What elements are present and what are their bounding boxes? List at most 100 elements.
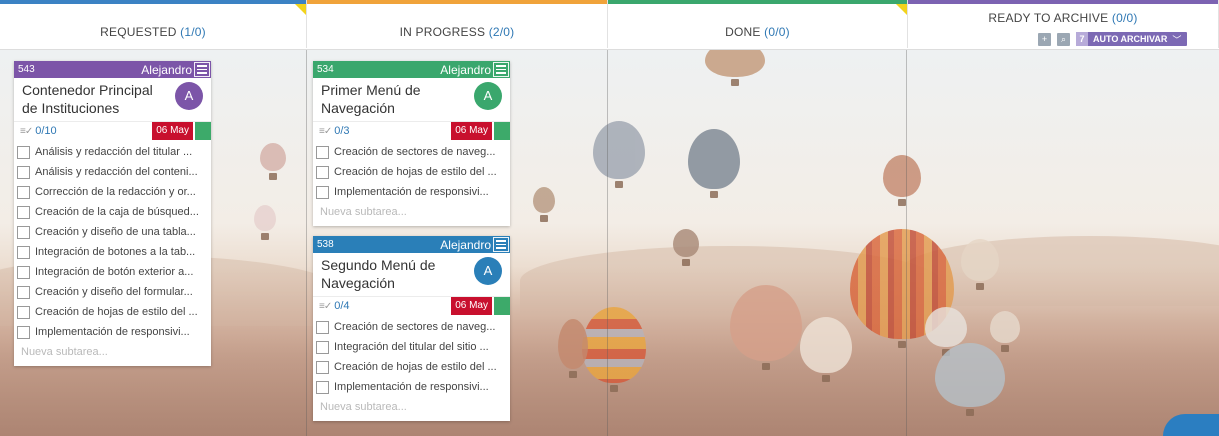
subtask-text[interactable]: Integración de botones a la tab... <box>35 246 195 258</box>
subtask-text[interactable]: Análisis y redacción del conteni... <box>35 166 198 178</box>
status-flag <box>195 122 211 140</box>
subtask-item: Creación de hojas de estilo del ... <box>14 302 211 322</box>
auto-archive-label: AUTO ARCHIVAR <box>1093 34 1168 44</box>
subtask-item: Creación de sectores de naveg... <box>313 317 510 337</box>
subtask-text[interactable]: Análisis y redacción del titular ... <box>35 146 192 158</box>
subtask-item: Creación de hojas de estilo del ... <box>313 357 510 377</box>
subtask-text[interactable]: Implementación de responsivi... <box>334 381 489 393</box>
task-card[interactable]: 543 Alejandro Contenedor Principal de In… <box>14 61 211 366</box>
subtask-item: Análisis y redacción del titular ... <box>14 142 211 162</box>
avatar[interactable]: A <box>474 257 502 285</box>
new-subtask-input[interactable]: Nueva subtarea... <box>14 342 211 366</box>
column-count: (0/0) <box>764 25 790 39</box>
subtask-item: Análisis y redacción del conteni... <box>14 162 211 182</box>
checklist-icon: ≡✓ <box>20 125 33 137</box>
balloon-graphic <box>961 239 999 290</box>
card-title-row: Segundo Menú de Navegación A <box>313 253 510 296</box>
chevron-down-icon: ﹀ <box>1172 34 1182 45</box>
column-corner-marker <box>295 4 306 15</box>
card-title-row: Contenedor Principal de Instituciones A <box>14 78 211 121</box>
subtask-text[interactable]: Creación y diseño del formular... <box>35 286 193 298</box>
menu-icon[interactable] <box>493 62 509 77</box>
card-assignee: Alejandro <box>141 62 192 77</box>
card-title[interactable]: Primer Menú de Navegación <box>321 81 470 117</box>
subtask-text[interactable]: Creación de hojas de estilo del ... <box>334 166 497 178</box>
task-card[interactable]: 538 Alejandro Segundo Menú de Navegación… <box>313 236 510 421</box>
subtask-checkbox[interactable] <box>17 165 30 179</box>
subtask-checkbox[interactable] <box>17 205 30 219</box>
subtask-item: Creación de sectores de naveg... <box>313 142 510 162</box>
balloon-graphic <box>925 307 967 356</box>
subtask-checkbox[interactable] <box>17 325 30 339</box>
auto-archive-button[interactable]: 7 AUTO ARCHIVAR ﹀ <box>1076 32 1188 46</box>
avatar[interactable]: A <box>175 82 203 110</box>
card-title[interactable]: Segundo Menú de Navegación <box>321 256 470 292</box>
subtask-item: Creación de hojas de estilo del ... <box>313 162 510 182</box>
subtask-text[interactable]: Corrección de la redacción y or... <box>35 186 196 198</box>
subtask-checkbox[interactable] <box>316 145 329 159</box>
subtask-checkbox[interactable] <box>316 165 329 179</box>
menu-icon[interactable] <box>493 237 509 252</box>
subtask-checkbox[interactable] <box>316 380 329 394</box>
balloon-graphic <box>254 205 276 240</box>
add-icon[interactable]: + <box>1038 32 1051 46</box>
avatar[interactable]: A <box>474 82 502 110</box>
column-count: (1/0) <box>180 25 206 39</box>
subtask-checkbox[interactable] <box>17 265 30 279</box>
status-flag <box>494 122 510 140</box>
new-subtask-input[interactable]: Nueva subtarea... <box>313 202 510 226</box>
subtask-checkbox[interactable] <box>17 225 30 239</box>
subtask-count: 0/3 <box>334 125 350 137</box>
auto-archive-count: 7 <box>1076 32 1088 46</box>
subtask-checkbox[interactable] <box>17 245 30 259</box>
column-title[interactable]: IN PROGRESS (2/0) <box>307 0 607 40</box>
subtask-text[interactable]: Creación y diseño de una tabla... <box>35 226 196 238</box>
subtask-item: Implementación de responsivi... <box>313 377 510 397</box>
due-date-badge[interactable]: 06 May <box>451 122 492 140</box>
card-title[interactable]: Contenedor Principal de Instituciones <box>22 81 171 117</box>
column-accent-bar <box>307 0 607 4</box>
subtask-text[interactable]: Creación de hojas de estilo del ... <box>35 306 198 318</box>
column-header-in-progress: IN PROGRESS (2/0) <box>307 0 608 48</box>
subtask-text[interactable]: Creación de sectores de naveg... <box>334 146 495 158</box>
subtask-text[interactable]: Integración de botón exterior a... <box>35 266 193 278</box>
subtask-progress: ≡✓ 0/3 <box>313 125 451 137</box>
subtask-item: Integración de botones a la tab... <box>14 242 211 262</box>
column-title[interactable]: DONE (0/0) <box>608 0 907 40</box>
subtask-text[interactable]: Creación de la caja de búsqued... <box>35 206 199 218</box>
subtask-checkbox[interactable] <box>316 185 329 199</box>
column-header-requested: REQUESTED (1/0) <box>0 0 307 48</box>
column-header-ready-to-archive: READY TO ARCHIVE (0/0) + ⌕ 7 AUTO ARCHIV… <box>908 0 1219 48</box>
subtask-checkbox[interactable] <box>17 185 30 199</box>
task-card[interactable]: 534 Alejandro Primer Menú de Navegación … <box>313 61 510 226</box>
column-title[interactable]: REQUESTED (1/0) <box>0 0 306 40</box>
subtask-checkbox[interactable] <box>316 340 329 354</box>
subtask-checkbox[interactable] <box>17 285 30 299</box>
archive-toolbar: + ⌕ 7 AUTO ARCHIVAR ﹀ <box>1038 32 1188 46</box>
balloon-graphic <box>558 319 588 378</box>
column-divider <box>607 49 608 436</box>
card-id: 534 <box>317 64 334 75</box>
balloon-graphic <box>883 155 921 206</box>
subtask-text[interactable]: Implementación de responsivi... <box>334 186 489 198</box>
subtask-item: Implementación de responsivi... <box>14 322 211 342</box>
subtask-checkbox[interactable] <box>17 305 30 319</box>
subtask-count: 0/4 <box>334 300 350 312</box>
subtask-text[interactable]: Implementación de responsivi... <box>35 326 190 338</box>
card-meta-row: ≡✓ 0/4 06 May <box>313 296 510 315</box>
floating-action-button[interactable] <box>1163 414 1219 436</box>
subtask-checkbox[interactable] <box>316 360 329 374</box>
new-subtask-input[interactable]: Nueva subtarea... <box>313 397 510 421</box>
subtask-checkbox[interactable] <box>17 145 30 159</box>
subtask-item: Integración de botón exterior a... <box>14 262 211 282</box>
menu-icon[interactable] <box>194 62 210 77</box>
due-date-badge[interactable]: 06 May <box>152 122 193 140</box>
subtask-text[interactable]: Creación de sectores de naveg... <box>334 321 495 333</box>
search-icon[interactable]: ⌕ <box>1057 32 1070 46</box>
subtask-list: Creación de sectores de naveg... Creació… <box>313 140 510 202</box>
column-corner-marker <box>896 4 907 15</box>
subtask-text[interactable]: Integración del titular del sitio ... <box>334 341 489 353</box>
subtask-checkbox[interactable] <box>316 320 329 334</box>
due-date-badge[interactable]: 06 May <box>451 297 492 315</box>
subtask-text[interactable]: Creación de hojas de estilo del ... <box>334 361 497 373</box>
